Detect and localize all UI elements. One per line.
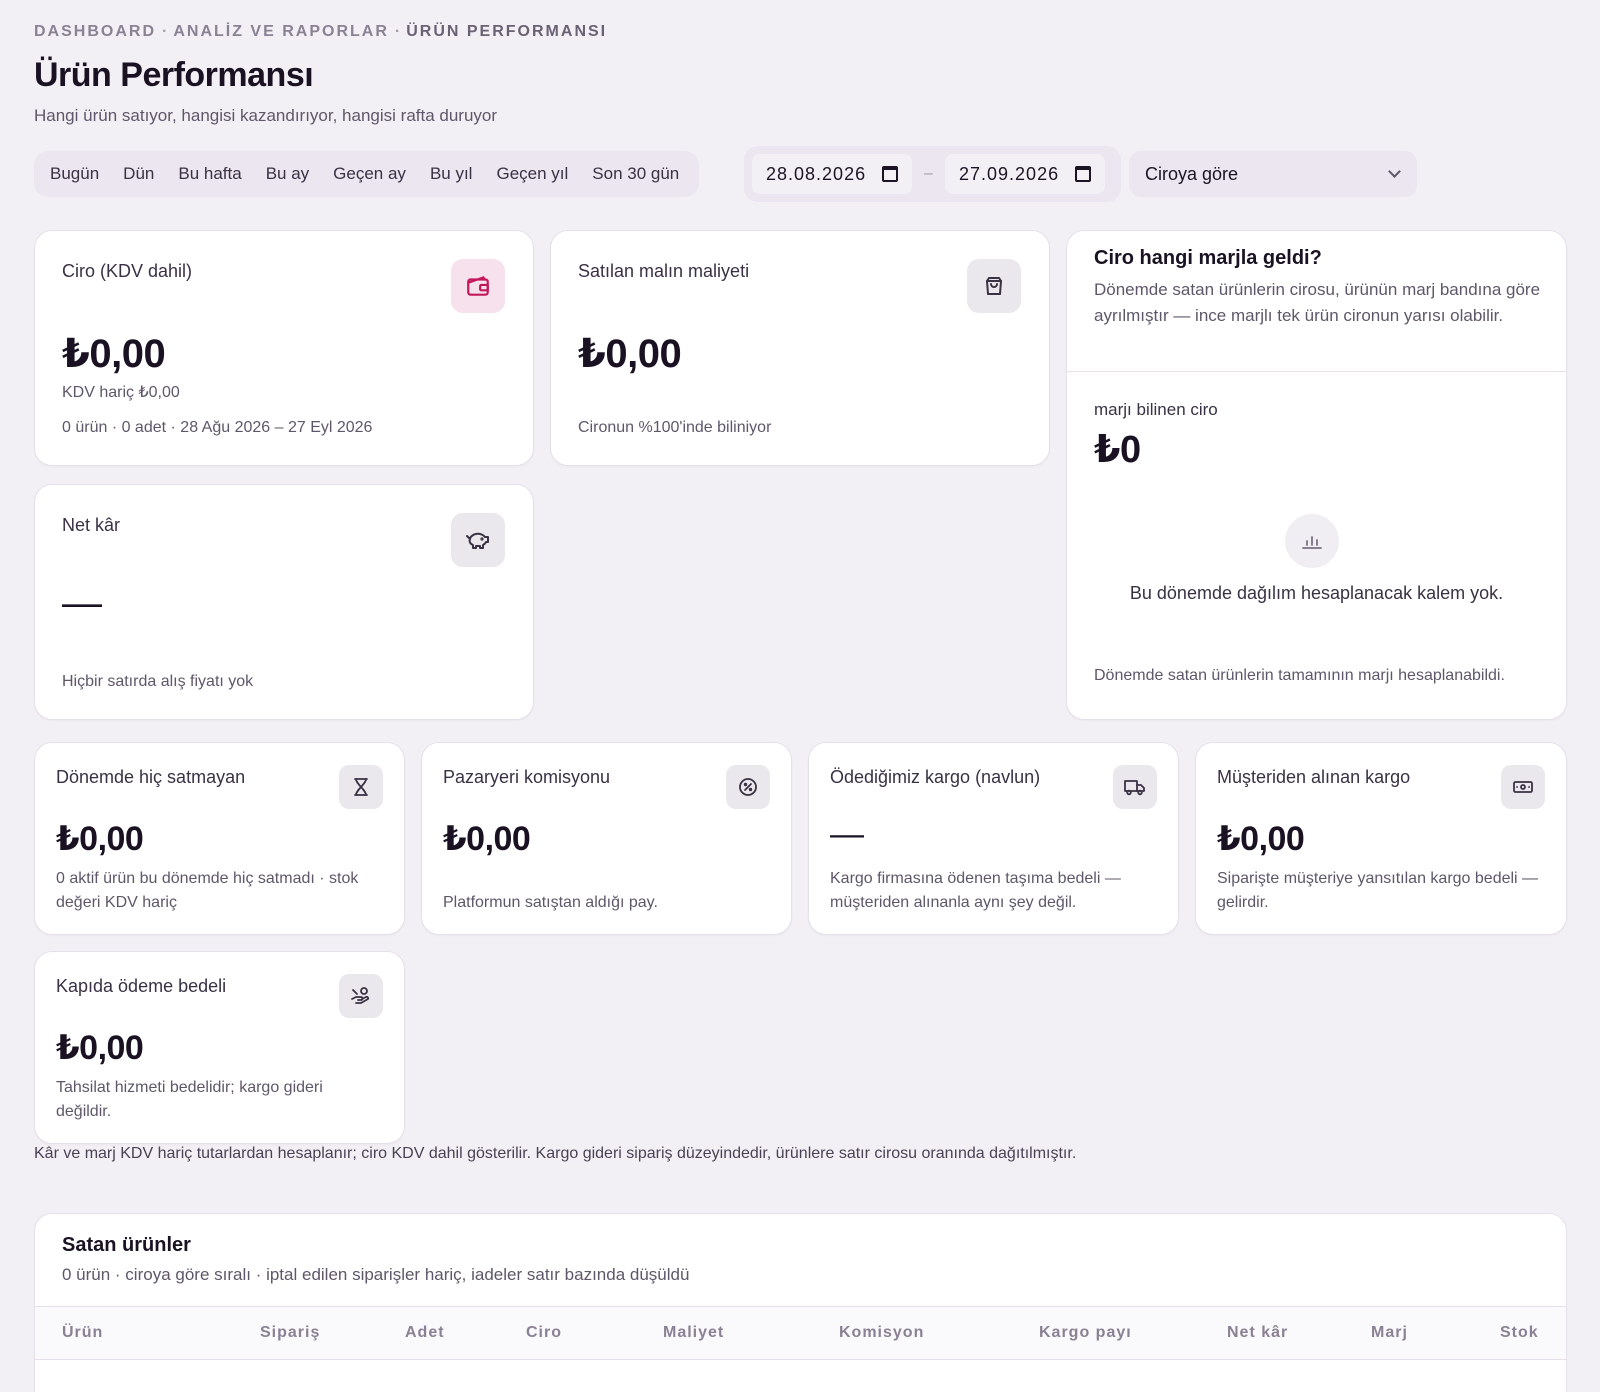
net-profit-value: — — [62, 581, 102, 625]
calculation-note: Kâr ve marj KDV hariç tutarlardan hesapl… — [34, 1145, 1077, 1162]
margin-card-title: Ciro hangi marjla geldi? — [1094, 247, 1322, 269]
column-header-margin[interactable]: Marj — [1371, 1324, 1408, 1342]
revenue-label: Ciro (KDV dahil) — [62, 261, 193, 281]
cogs-card: Satılan malın maliyeti ₺0,00 Cironun %10… — [550, 230, 1050, 466]
breadcrumb: DASHBOARD · ANALİZ VE RAPORLAR · ÜRÜN PERFOR… — [34, 23, 608, 40]
cod-fee-label: Kapıda ödeme bedeli — [56, 976, 227, 996]
column-header-shipping-share[interactable]: Kargo payı — [1039, 1324, 1132, 1342]
preset-today[interactable]: Bugün — [40, 157, 109, 191]
date-to-value: 27.09.2026 — [959, 163, 1060, 184]
column-header-product[interactable]: Ürün — [62, 1324, 103, 1342]
unsold-value: ₺0,00 — [56, 820, 144, 858]
sort-select[interactable]: Ciroya göre — [1129, 151, 1417, 197]
known-margin-value: ₺0 — [1094, 429, 1141, 471]
shipping-paid-label: Ödediğimiz kargo (navlun) — [830, 767, 1041, 787]
sort-select-value: Ciroya göre — [1145, 163, 1239, 184]
table-header: Ürün Sipariş Adet Ciro Maliyet Komisyon … — [35, 1306, 1566, 1360]
breadcrumb-root[interactable]: DASHBOARD — [34, 23, 156, 40]
divider — [1067, 371, 1566, 372]
shipping-paid-value: — — [830, 815, 864, 853]
table-subtitle: 0 ürün · ciroya göre sıralı · iptal edil… — [62, 1265, 690, 1284]
sold-products-table: Satan ürünler 0 ürün · ciroya göre sıral… — [34, 1213, 1567, 1392]
column-header-net-profit[interactable]: Net kâr — [1227, 1324, 1288, 1342]
date-from-value: 28.08.2026 — [766, 163, 867, 184]
column-header-quantity[interactable]: Adet — [405, 1324, 445, 1342]
shipping-received-label: Müşteriden alınan kargo — [1217, 767, 1411, 787]
cod-fee-note: Tahsilat hizmeti bedelidir; kargo gideri… — [56, 1079, 323, 1120]
column-header-revenue[interactable]: Ciro — [526, 1324, 562, 1342]
date-range-separator: – — [924, 165, 933, 182]
revenue-summary: 0 ürün · 0 adet · 28 Ağu 2026 – 27 Eyl 2… — [62, 419, 373, 436]
shipping-received-card: Müşteriden alınan kargo ₺0,00 Siparişte … — [1195, 742, 1567, 935]
percent-badge-icon — [726, 765, 770, 809]
shipping-paid-card: Ödediğimiz kargo (navlun) — Kargo firmas… — [808, 742, 1179, 935]
date-range: 28.08.2026 – 27.09.2026 — [744, 146, 1121, 202]
breadcrumb-analytics[interactable]: ANALİZ VE RAPORLAR — [173, 23, 389, 40]
truck-icon — [1113, 765, 1157, 809]
cogs-coverage: Cironun %100'inde biliniyor — [578, 419, 772, 436]
calendar-icon[interactable] — [882, 166, 898, 182]
cogs-value: ₺0,00 — [578, 332, 682, 376]
column-header-stock[interactable]: Stok — [1500, 1324, 1539, 1342]
margin-breakdown-card: Ciro hangi marjla geldi? Dönemde satan ü… — [1066, 230, 1567, 720]
margin-card-description: Dönemde satan ürünlerin cirosu, ürünün m… — [1094, 280, 1541, 325]
cogs-label: Satılan malın maliyeti — [578, 261, 750, 281]
hand-coins-icon — [339, 974, 383, 1018]
known-margin-label: marjı bilinen ciro — [1094, 400, 1218, 419]
shopping-bag-icon — [967, 259, 1021, 313]
chevron-down-icon — [1388, 165, 1401, 178]
net-profit-label: Net kâr — [62, 515, 121, 535]
commission-label: Pazaryeri komisyonu — [443, 767, 611, 787]
revenue-value: ₺0,00 — [62, 332, 166, 376]
preset-last-year[interactable]: Geçen yıl — [486, 157, 578, 191]
breadcrumb-current: ÜRÜN PERFORMANSI — [406, 23, 608, 40]
preset-yesterday[interactable]: Dün — [113, 157, 164, 191]
piggy-bank-icon — [451, 513, 505, 567]
preset-this-week[interactable]: Bu hafta — [168, 157, 251, 191]
unsold-card: Dönemde hiç satmayan ₺0,00 0 aktif ürün … — [34, 742, 405, 935]
preset-this-month[interactable]: Bu ay — [256, 157, 319, 191]
net-profit-note: Hiçbir satırda alış fiyatı yok — [62, 673, 254, 690]
page-title: Ürün Performansı — [34, 56, 314, 94]
hourglass-icon — [339, 765, 383, 809]
banknote-icon — [1501, 765, 1545, 809]
margin-footer-note: Dönemde satan ürünlerin tamamının marjı … — [1094, 667, 1505, 684]
commission-note: Platformun satıştan aldığı pay. — [443, 894, 658, 911]
column-header-orders[interactable]: Sipariş — [260, 1324, 320, 1342]
shipping-received-value: ₺0,00 — [1217, 820, 1305, 858]
date-to-input[interactable]: 27.09.2026 — [945, 154, 1105, 194]
column-header-commission[interactable]: Komisyon — [839, 1324, 924, 1342]
page-subtitle: Hangi ürün satıyor, hangisi kazandırıyor… — [34, 106, 498, 125]
table-title: Satan ürünler — [62, 1234, 191, 1256]
revenue-excl-vat: KDV hariç ₺0,00 — [62, 384, 180, 401]
cod-fee-value: ₺0,00 — [56, 1029, 144, 1067]
cod-fee-card: Kapıda ödeme bedeli ₺0,00 Tahsilat hizme… — [34, 951, 405, 1144]
net-profit-card: Net kâr — Hiçbir satırda alış fiyatı yok — [34, 484, 534, 720]
date-from-input[interactable]: 28.08.2026 — [752, 154, 912, 194]
commission-card: Pazaryeri komisyonu ₺0,00 Platformun sat… — [421, 742, 792, 935]
column-header-cost[interactable]: Maliyet — [663, 1324, 724, 1342]
bar-chart-icon — [1285, 514, 1339, 568]
date-preset-bar: Bugün Dün Bu hafta Bu ay Geçen ay Bu yıl… — [34, 151, 700, 197]
preset-last-30-days[interactable]: Son 30 gün — [582, 157, 689, 191]
revenue-card: Ciro (KDV dahil) ₺0,00 KDV hariç ₺0,00 0… — [34, 230, 534, 466]
shipping-paid-note: Kargo firmasına ödenen taşıma bedeli — m… — [830, 870, 1121, 911]
calendar-icon[interactable] — [1075, 166, 1091, 182]
commission-value: ₺0,00 — [443, 820, 531, 858]
preset-this-year[interactable]: Bu yıl — [420, 157, 483, 191]
unsold-note: 0 aktif ürün bu dönemde hiç satmadı · st… — [56, 870, 359, 911]
wallet-icon — [451, 259, 505, 313]
preset-last-month[interactable]: Geçen ay — [323, 157, 416, 191]
empty-state-text: Bu dönemde dağılım hesaplanacak kalem yo… — [1129, 583, 1504, 603]
unsold-label: Dönemde hiç satmayan — [56, 767, 246, 787]
shipping-received-note: Siparişte müşteriye yansıtılan kargo bed… — [1217, 870, 1539, 911]
